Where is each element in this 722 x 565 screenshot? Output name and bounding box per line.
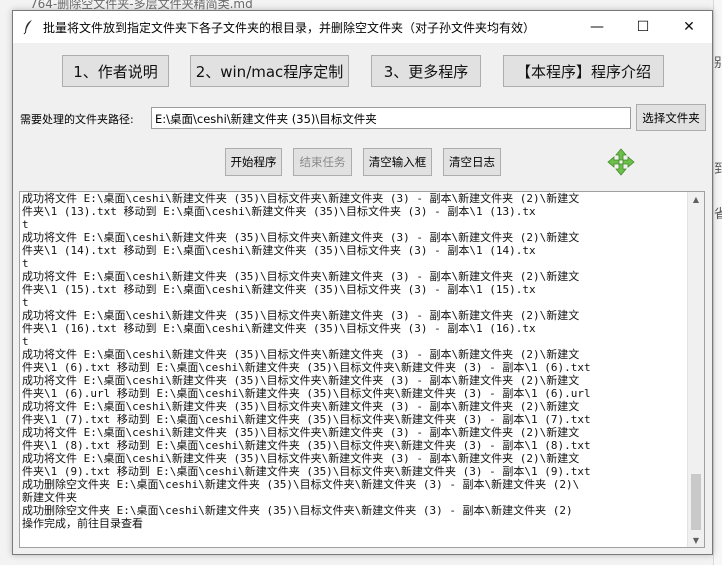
- more-programs-button[interactable]: 3、更多程序: [371, 55, 481, 87]
- author-info-button[interactable]: 1、作者说明: [62, 55, 169, 87]
- maximize-button[interactable]: ☐: [620, 11, 666, 43]
- clear-log-button[interactable]: 清空日志: [443, 148, 501, 176]
- minimize-button[interactable]: —: [574, 11, 620, 43]
- folder-path-input[interactable]: E:\桌面\ceshi\新建文件夹 (35)\目标文件夹: [151, 107, 631, 129]
- background-right-char: 省: [714, 207, 722, 222]
- clear-input-button[interactable]: 清空输入框: [363, 148, 432, 176]
- app-window: 批量将文件放到指定文件夹下各子文件夹的根目录，并删除空文件夹（对子孙文件夹均有效…: [12, 10, 713, 555]
- scroll-down-icon[interactable]: ▼: [688, 533, 704, 547]
- background-right-char: 别: [714, 56, 722, 71]
- scroll-up-icon[interactable]: ▲: [688, 192, 704, 206]
- log-output[interactable]: 成功将文件 E:\桌面\ceshi\新建文件夹 (35)\目标文件夹\新建文件夹…: [19, 191, 705, 548]
- scroll-thumb[interactable]: [691, 474, 701, 530]
- background-editor-tab: 764-删除空文件夹-多层文件夹精简类.md: [30, 0, 253, 10]
- move-arrows-icon[interactable]: [607, 148, 635, 176]
- program-intro-button[interactable]: 【本程序】程序介绍: [503, 55, 664, 87]
- custom-program-button[interactable]: 2、win/mac程序定制: [190, 55, 349, 87]
- feather-icon: [23, 20, 32, 35]
- path-label: 需要处理的文件夹路径:: [20, 113, 134, 126]
- choose-folder-button[interactable]: 选择文件夹: [636, 104, 706, 131]
- log-scrollbar[interactable]: ▲ ▼: [687, 192, 704, 547]
- background-right-panel: 别 到 省: [713, 0, 722, 565]
- close-button[interactable]: ✕: [666, 11, 712, 43]
- title-bar[interactable]: 批量将文件放到指定文件夹下各子文件夹的根目录，并删除空文件夹（对子孙文件夹均有效…: [13, 11, 712, 43]
- log-text: 成功将文件 E:\桌面\ceshi\新建文件夹 (35)\目标文件夹\新建文件夹…: [22, 192, 591, 530]
- background-right-char: 到: [714, 162, 722, 177]
- start-button[interactable]: 开始程序: [225, 148, 282, 176]
- window-title: 批量将文件放到指定文件夹下各子文件夹的根目录，并删除空文件夹（对子孙文件夹均有效…: [43, 21, 536, 35]
- stop-task-button[interactable]: 结束任务: [293, 148, 352, 176]
